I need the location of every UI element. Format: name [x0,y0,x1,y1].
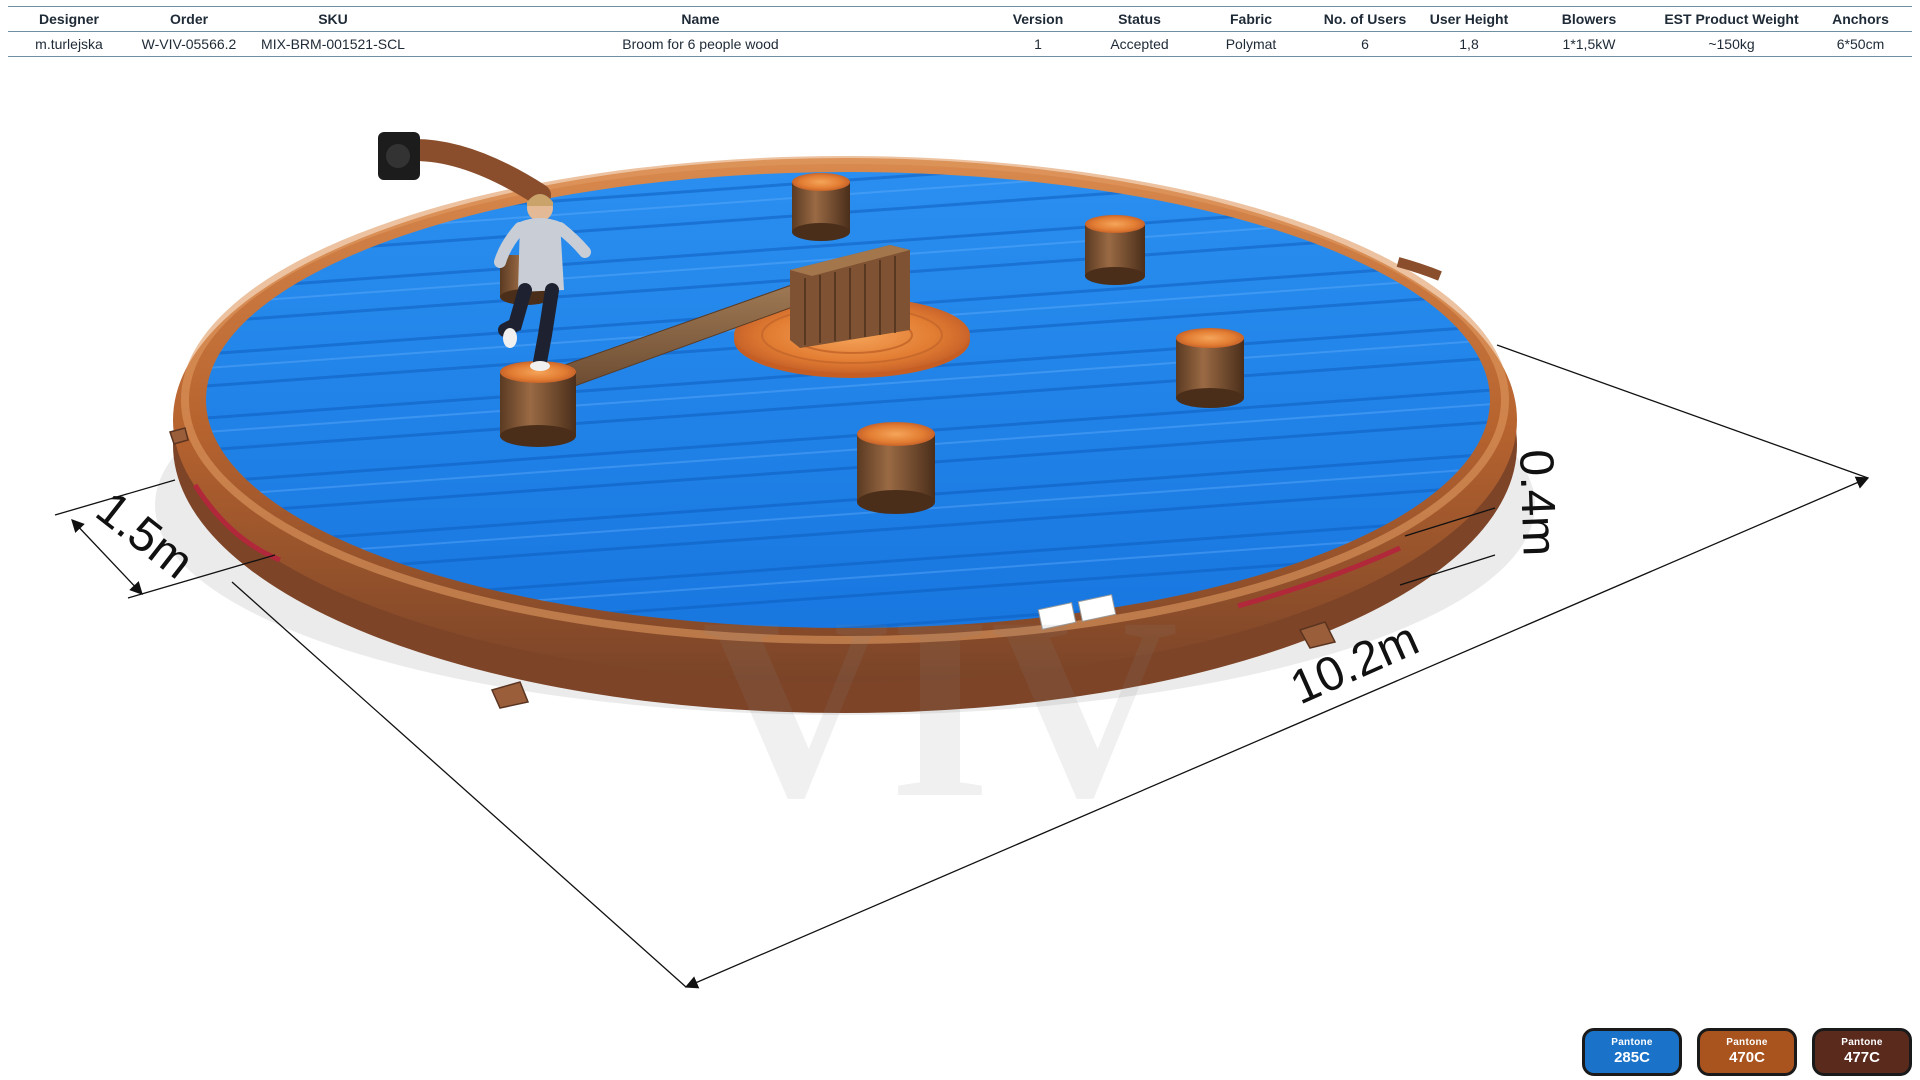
height-label: 0.4m [1509,449,1566,558]
pantone-swatch-brown: Pantone 477C [1812,1028,1912,1076]
blower [378,132,551,206]
pantone-code: 285C [1614,1049,1650,1066]
pantone-code: 477C [1844,1049,1880,1066]
pantone-swatch-blue: Pantone 285C [1582,1028,1682,1076]
product-render: VIV 10.2m 0.4m 1.5m [54,132,1870,989]
stump-center [857,422,935,514]
stump-left [500,361,576,447]
stump-right [1176,328,1244,408]
stump-top [792,173,850,241]
pantone-swatch-orange: Pantone 470C [1697,1028,1797,1076]
pantone-code: 470C [1729,1049,1765,1066]
pantone-label: Pantone [1841,1037,1883,1048]
pantone-label: Pantone [1611,1037,1653,1048]
watermark: VIV [702,564,1179,852]
pantone-label: Pantone [1726,1037,1768,1048]
stump-top-right [1085,215,1145,285]
